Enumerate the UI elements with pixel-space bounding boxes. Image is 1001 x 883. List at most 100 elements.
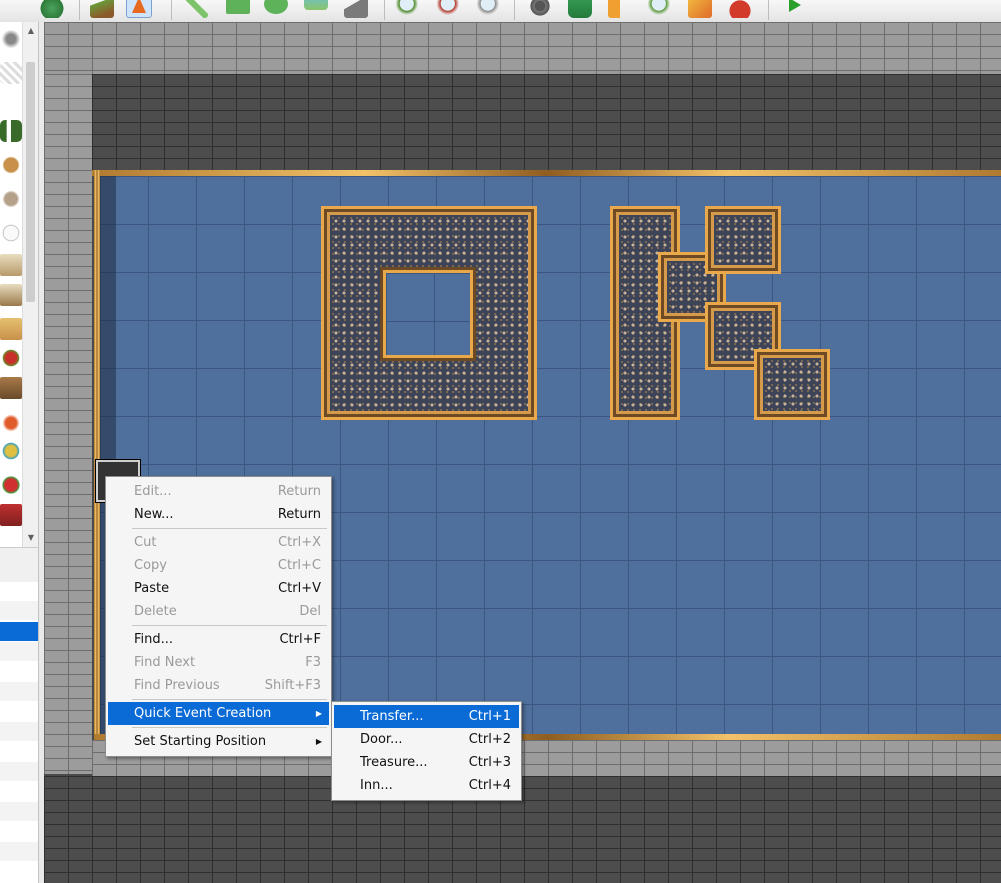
map-list-row[interactable] (0, 822, 38, 841)
ellipse-icon[interactable] (264, 0, 288, 14)
menu-item-set-starting-position[interactable]: Set Starting Position ▶ (108, 730, 329, 753)
tile-cauldron[interactable] (0, 28, 22, 50)
zoom-out-icon[interactable] (437, 0, 461, 18)
zoom-actual-icon[interactable] (477, 0, 501, 18)
map-layer-icon[interactable] (90, 0, 114, 18)
fill-icon[interactable] (304, 0, 328, 10)
menu-item-shortcut: Ctrl+2 (468, 732, 511, 747)
cone-icon (132, 0, 146, 13)
carpet-k-foot (754, 349, 830, 420)
pencil-icon[interactable] (184, 0, 208, 18)
menu-item-delete: Delete Del (108, 600, 329, 623)
menu-item-label: Find... (134, 632, 174, 647)
menu-item-label: Find Previous (134, 678, 220, 693)
toolbar-separator (768, 0, 769, 20)
menu-separator (132, 528, 327, 529)
rectangle-icon[interactable] (226, 0, 250, 14)
wall-bottom-dark (44, 776, 1001, 883)
event-layer-icon[interactable] (126, 0, 152, 18)
undo-icon[interactable] (40, 0, 64, 18)
menu-item-label: Transfer... (360, 709, 424, 724)
tile-shelf[interactable] (0, 284, 22, 306)
resource-manager-icon[interactable] (688, 0, 712, 18)
map-list-row[interactable] (0, 842, 38, 861)
menu-item-treasure[interactable]: Treasure... Ctrl+3 (334, 751, 519, 774)
menu-item-paste[interactable]: Paste Ctrl+V (108, 577, 329, 600)
menu-item-new[interactable]: New... Return (108, 503, 329, 526)
tileset-scrollbar[interactable]: ▲ ▼ (22, 22, 39, 547)
character-generator-icon[interactable] (728, 0, 752, 18)
map-list-row[interactable] (0, 642, 38, 661)
menu-item-shortcut: Ctrl+V (278, 581, 321, 596)
toolbar-separator (79, 0, 80, 20)
menu-item-label: Cut (134, 535, 157, 550)
menu-item-shortcut: Del (299, 604, 321, 619)
map-list-row[interactable] (0, 582, 38, 601)
map-list-row[interactable] (0, 601, 38, 620)
menu-item-quick-event-creation[interactable]: Quick Event Creation ▶ (108, 702, 329, 725)
menu-item-copy: Copy Ctrl+C (108, 554, 329, 577)
menu-item-label: Delete (134, 604, 177, 619)
wall-upper-dark (92, 74, 1001, 170)
zoom-in-icon[interactable] (396, 0, 420, 18)
carpet-k-upper-arm (705, 206, 781, 274)
scroll-down-icon[interactable]: ▼ (25, 532, 37, 544)
panel-splitter[interactable] (0, 547, 38, 583)
menu-item-cut: Cut Ctrl+X (108, 531, 329, 554)
map-list-row[interactable] (0, 802, 38, 821)
toolbar-separator (171, 0, 172, 20)
tile-pot[interactable] (0, 412, 22, 434)
tile-food[interactable] (0, 188, 22, 210)
menu-separator (132, 699, 327, 700)
map-list-row[interactable] (0, 682, 38, 701)
map-list-row[interactable] (0, 662, 38, 681)
menu-item-door[interactable]: Door... Ctrl+2 (334, 728, 519, 751)
database-icon[interactable] (528, 0, 552, 18)
menu-item-label: Find Next (134, 655, 196, 670)
map-list-row[interactable] (0, 722, 38, 741)
menu-item-shortcut: Return (277, 507, 321, 522)
menu-item-shortcut: Ctrl+C (277, 558, 321, 573)
plugin-icon[interactable] (568, 0, 592, 18)
tile-map[interactable] (0, 318, 22, 340)
tile-flowers[interactable] (0, 347, 22, 369)
menu-item-label: Paste (134, 581, 170, 596)
event-search-icon[interactable] (648, 0, 672, 18)
scroll-up-icon[interactable]: ▲ (25, 25, 37, 37)
menu-separator (132, 727, 327, 728)
menu-item-label: Set Starting Position (134, 734, 267, 749)
map-list-row[interactable] (0, 742, 38, 761)
menu-item-find[interactable]: Find... Ctrl+F (108, 628, 329, 651)
wall-top (44, 22, 1001, 74)
tile-plate[interactable] (0, 222, 22, 244)
tile-bread[interactable] (0, 154, 22, 176)
map-list[interactable] (0, 582, 38, 883)
menu-item-inn[interactable]: Inn... Ctrl+4 (334, 774, 519, 797)
shadow-pen-icon[interactable] (344, 0, 368, 18)
tile-book[interactable] (0, 254, 22, 276)
tile-bottles[interactable] (0, 120, 22, 142)
map-list-row[interactable] (0, 702, 38, 721)
menu-item-shortcut: Ctrl+3 (468, 755, 511, 770)
menu-item-transfer[interactable]: Transfer... Ctrl+1 (334, 705, 519, 728)
tile-chest[interactable] (0, 377, 22, 399)
map-list-row-selected[interactable] (0, 622, 38, 641)
map-list-row[interactable] (0, 762, 38, 781)
context-menu: Edit... Return New... Return Cut Ctrl+X Copy Ct… (105, 476, 332, 757)
menu-separator (132, 625, 327, 626)
tile-plant[interactable] (0, 474, 22, 496)
scroll-thumb[interactable] (26, 62, 35, 302)
menu-item-shortcut: Shift+F3 (264, 678, 321, 693)
toolbar (0, 0, 1001, 23)
playtest-icon[interactable] (782, 0, 806, 18)
map-list-row[interactable] (0, 782, 38, 801)
tile-checker[interactable] (0, 62, 22, 84)
tile-decor[interactable] (0, 440, 22, 462)
menu-item-find-previous: Find Previous Shift+F3 (108, 674, 329, 697)
menu-item-find-next: Find Next F3 (108, 651, 329, 674)
sound-test-icon[interactable] (608, 0, 632, 18)
menu-item-label: Edit... (134, 484, 172, 499)
menu-item-shortcut: Ctrl+4 (468, 778, 511, 793)
tile-sign[interactable] (0, 504, 22, 526)
map-list-row[interactable] (0, 862, 38, 881)
